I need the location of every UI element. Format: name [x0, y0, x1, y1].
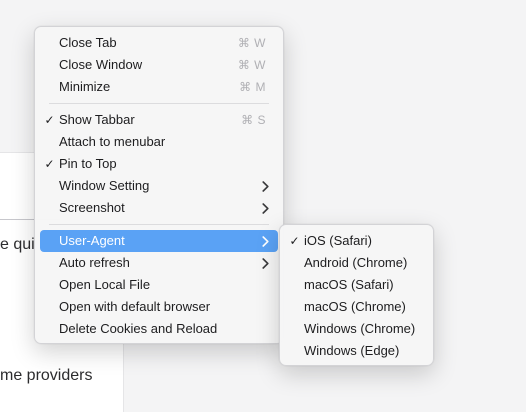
shortcut-label: ⌘ M — [239, 80, 266, 94]
menu-item-label: Pin to Top — [59, 156, 117, 171]
submenu-item-label: macOS (Safari) — [304, 277, 394, 292]
menu-item-label: Open with default browser — [59, 299, 211, 314]
shortcut-label: ⌘ W — [237, 36, 266, 50]
menu-item-show-tabbar[interactable]: ✓ Show Tabbar ⌘ S — [40, 109, 278, 131]
menu-item-window-setting[interactable]: Window Setting — [40, 175, 278, 197]
menu-item-label: Screenshot — [59, 200, 125, 215]
chevron-right-icon — [258, 235, 272, 247]
menu-item-label: Delete Cookies and Reload — [59, 321, 218, 336]
submenu-item-label: Windows (Chrome) — [304, 321, 416, 336]
menu-item-label: Minimize — [59, 79, 111, 94]
user-agent-submenu: ✓ iOS (Safari) Android (Chrome) macOS (S… — [279, 224, 434, 366]
menu-separator — [49, 224, 269, 225]
submenu-item-label: iOS (Safari) — [304, 233, 372, 248]
shortcut-label: ⌘ W — [237, 58, 266, 72]
menu-item-auto-refresh[interactable]: Auto refresh — [40, 252, 278, 274]
menu-item-label: Open Local File — [59, 277, 151, 292]
chevron-right-icon — [258, 257, 272, 269]
background-text-line-2: me providers — [0, 367, 93, 384]
submenu-item-label: macOS (Chrome) — [304, 299, 406, 314]
menu-item-minimize[interactable]: Minimize ⌘ M — [40, 76, 278, 98]
menu-item-attach-to-menubar[interactable]: Attach to menubar — [40, 131, 278, 153]
checkmark-icon: ✓ — [289, 234, 300, 248]
submenu-item-macos-safari[interactable]: macOS (Safari) — [285, 274, 428, 296]
menu-item-label: Show Tabbar — [59, 112, 135, 127]
menu-item-label: Close Window — [59, 57, 143, 72]
menu-item-close-tab[interactable]: Close Tab ⌘ W — [40, 32, 278, 54]
menu-item-pin-to-top[interactable]: ✓ Pin to Top — [40, 153, 278, 175]
menu-item-open-local-file[interactable]: Open Local File — [40, 274, 278, 296]
background-text-line-1: e qui — [0, 236, 35, 253]
menu-item-label: User-Agent — [59, 233, 125, 248]
submenu-item-label: Windows (Edge) — [304, 343, 400, 358]
submenu-item-macos-chrome[interactable]: macOS (Chrome) — [285, 296, 428, 318]
menu-item-user-agent[interactable]: User-Agent — [40, 230, 278, 252]
chevron-right-icon — [258, 202, 272, 214]
menu-item-open-with-default-browser[interactable]: Open with default browser — [40, 296, 278, 318]
chevron-right-icon — [258, 180, 272, 192]
context-menu: Close Tab ⌘ W Close Window ⌘ W Minimize … — [34, 26, 284, 344]
menu-item-label: Close Tab — [59, 35, 117, 50]
submenu-item-windows-edge[interactable]: Windows (Edge) — [285, 340, 428, 362]
submenu-item-android-chrome[interactable]: Android (Chrome) — [285, 252, 428, 274]
submenu-item-ios-safari[interactable]: ✓ iOS (Safari) — [285, 230, 428, 252]
menu-item-close-window[interactable]: Close Window ⌘ W — [40, 54, 278, 76]
checkmark-icon: ✓ — [44, 157, 55, 171]
menu-separator — [49, 103, 269, 104]
menu-item-label: Attach to menubar — [59, 134, 166, 149]
submenu-item-label: Android (Chrome) — [304, 255, 408, 270]
menu-item-screenshot[interactable]: Screenshot — [40, 197, 278, 219]
menu-item-delete-cookies-and-reload[interactable]: Delete Cookies and Reload — [40, 318, 278, 340]
submenu-item-windows-chrome[interactable]: Windows (Chrome) — [285, 318, 428, 340]
checkmark-icon: ✓ — [44, 113, 55, 127]
menu-item-label: Auto refresh — [59, 255, 130, 270]
shortcut-label: ⌘ S — [241, 113, 266, 127]
menu-item-label: Window Setting — [59, 178, 150, 193]
